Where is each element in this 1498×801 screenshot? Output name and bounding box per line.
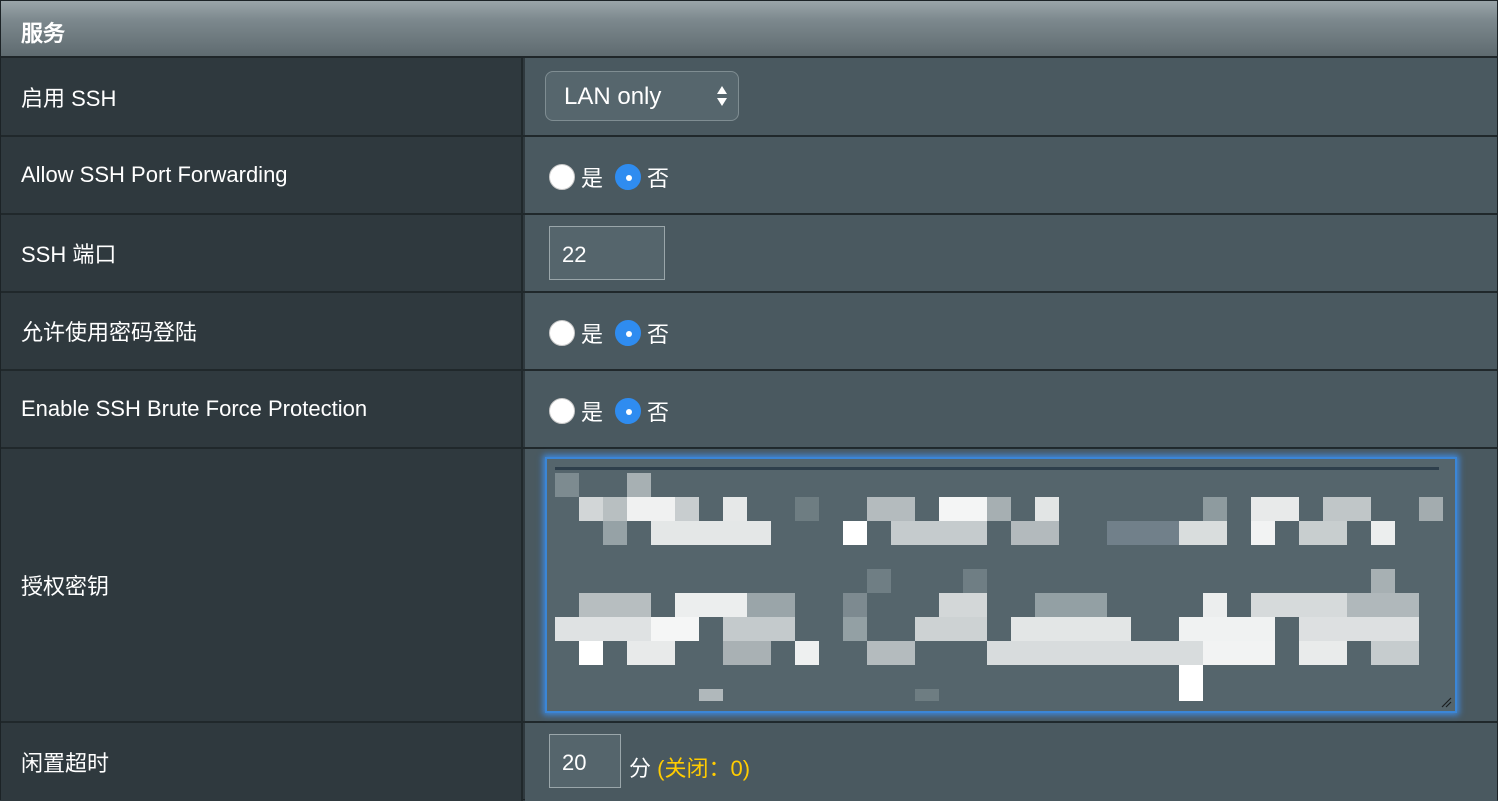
brute-force-no-label: 否 xyxy=(647,400,670,425)
port-forwarding-value-cell: 是 否 xyxy=(525,137,1497,213)
enable-ssh-value-cell: LAN only xyxy=(525,58,1497,135)
enable-ssh-label: 启用 SSH xyxy=(1,58,523,135)
idle-timeout-hint: (关闭：0) xyxy=(657,756,751,781)
ssh-port-input[interactable]: 22 xyxy=(549,226,665,280)
resize-handle-icon[interactable] xyxy=(1440,696,1452,708)
authorized-keys-label: 授权密钥 xyxy=(1,449,523,721)
section-title: 服务 xyxy=(21,21,66,46)
enable-ssh-select[interactable]: LAN only xyxy=(545,71,739,121)
enable-ssh-selected-value: LAN only xyxy=(564,83,662,110)
authorized-keys-textarea[interactable] xyxy=(545,457,1457,713)
authorized-keys-value-cell xyxy=(525,449,1497,721)
password-login-no-label: 否 xyxy=(647,322,670,347)
password-login-radio-group: 是 否 xyxy=(549,317,681,349)
port-forwarding-yes-radio[interactable] xyxy=(549,164,575,190)
idle-timeout-input[interactable]: 20 xyxy=(549,734,621,788)
idle-timeout-unit: 分 xyxy=(629,756,652,781)
idle-timeout-unit-text: 分 (关闭：0) xyxy=(629,751,750,783)
row-enable-ssh: 启用 SSH LAN only xyxy=(1,58,1497,137)
brute-force-no-radio[interactable] xyxy=(615,398,642,424)
row-authorized-keys: 授权密钥 xyxy=(1,449,1497,723)
brute-force-yes-label: 是 xyxy=(581,400,604,425)
brute-force-yes-radio[interactable] xyxy=(549,398,575,424)
row-idle-timeout: 闲置超时 20 分 (关闭：0) xyxy=(1,723,1497,801)
port-forwarding-radio-group: 是 否 xyxy=(549,161,681,193)
password-login-no-radio[interactable] xyxy=(615,320,642,346)
row-password-login: 允许使用密码登陆 是 否 xyxy=(1,293,1497,371)
password-login-value-cell: 是 否 xyxy=(525,293,1497,369)
password-login-yes-label: 是 xyxy=(581,322,604,347)
brute-force-value-cell: 是 否 xyxy=(525,371,1497,447)
idle-timeout-value-cell: 20 分 (关闭：0) xyxy=(525,723,1497,801)
ssh-service-panel: 服务 启用 SSH LAN only Allow SSH Port Forwar… xyxy=(0,0,1498,801)
row-port-forwarding: Allow SSH Port Forwarding 是 否 xyxy=(1,137,1497,215)
ssh-port-value-cell: 22 xyxy=(525,215,1497,291)
row-ssh-port: SSH 端口 22 xyxy=(1,215,1497,293)
redacted-key-content xyxy=(547,459,1455,711)
brute-force-radio-group: 是 否 xyxy=(549,395,681,427)
idle-timeout-label: 闲置超时 xyxy=(1,723,523,801)
ssh-port-label: SSH 端口 xyxy=(1,215,523,291)
brute-force-label: Enable SSH Brute Force Protection xyxy=(1,371,523,447)
section-header: 服务 xyxy=(1,1,1497,58)
port-forwarding-no-radio[interactable] xyxy=(615,164,642,190)
row-brute-force: Enable SSH Brute Force Protection 是 否 xyxy=(1,371,1497,449)
password-login-label: 允许使用密码登陆 xyxy=(1,293,523,369)
port-forwarding-no-label: 否 xyxy=(647,166,670,191)
port-forwarding-yes-label: 是 xyxy=(581,166,604,191)
up-down-arrows-icon xyxy=(717,86,727,106)
port-forwarding-label: Allow SSH Port Forwarding xyxy=(1,137,523,213)
password-login-yes-radio[interactable] xyxy=(549,320,575,346)
